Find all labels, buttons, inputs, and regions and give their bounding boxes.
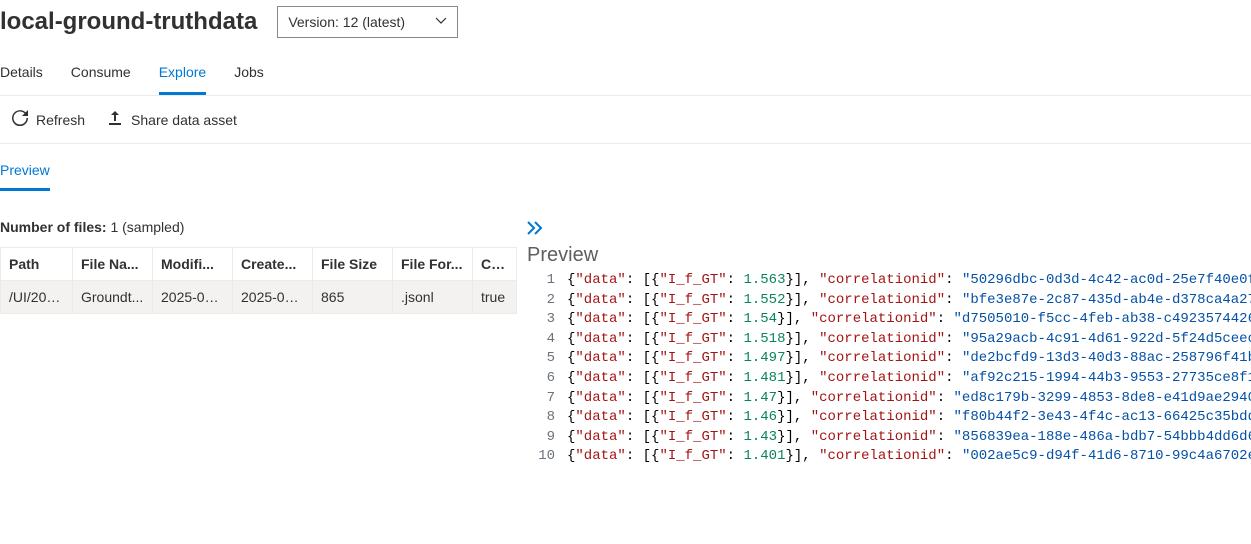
table-cell: 2025-01... <box>233 281 313 314</box>
tab-jobs[interactable]: Jobs <box>234 64 264 95</box>
page-title: local-ground-truthdata <box>0 8 257 36</box>
table-cell: true <box>473 281 517 314</box>
table-cell: 2025-01... <box>153 281 233 314</box>
tab-consume[interactable]: Consume <box>71 64 131 95</box>
main-tabs: Details Consume Explore Jobs <box>0 44 1251 95</box>
version-label: Version: 12 (latest) <box>288 14 405 30</box>
preview-heading: Preview <box>527 244 1251 267</box>
chevron-down-icon <box>435 14 447 30</box>
table-row[interactable]: /UI/202...Groundt...2025-01...2025-01...… <box>1 281 517 314</box>
sub-tabs: Preview <box>0 144 1251 191</box>
preview-line: 4{"data": [{"I_f_GT": 1.518}], "correlat… <box>527 330 1251 350</box>
col-header[interactable]: File Size <box>313 248 393 281</box>
tab-explore[interactable]: Explore <box>159 64 206 95</box>
preview-line: 9{"data": [{"I_f_GT": 1.43}], "correlati… <box>527 428 1251 448</box>
table-cell: 865 <box>313 281 393 314</box>
subtab-preview[interactable]: Preview <box>0 162 50 191</box>
preview-line: 3{"data": [{"I_f_GT": 1.54}], "correlati… <box>527 310 1251 330</box>
col-header[interactable]: CanS <box>473 248 517 281</box>
share-button[interactable]: Share data asset <box>107 110 237 129</box>
col-header[interactable]: Create... <box>233 248 313 281</box>
col-header[interactable]: File Na... <box>73 248 153 281</box>
share-icon <box>107 110 123 129</box>
tab-details[interactable]: Details <box>0 64 43 95</box>
table-cell: /UI/202... <box>1 281 73 314</box>
preview-line: 8{"data": [{"I_f_GT": 1.46}], "correlati… <box>527 408 1251 428</box>
preview-line: 5{"data": [{"I_f_GT": 1.497}], "correlat… <box>527 349 1251 369</box>
preview-line: 7{"data": [{"I_f_GT": 1.47}], "correlati… <box>527 389 1251 409</box>
file-table: PathFile Na...Modifi...Create...File Siz… <box>0 247 517 314</box>
refresh-button[interactable]: Refresh <box>12 110 85 129</box>
version-dropdown[interactable]: Version: 12 (latest) <box>277 6 458 38</box>
table-cell: Groundt... <box>73 281 153 314</box>
col-header[interactable]: File For... <box>393 248 473 281</box>
table-cell: .jsonl <box>393 281 473 314</box>
preview-line: 1{"data": [{"I_f_GT": 1.563}], "correlat… <box>527 271 1251 291</box>
col-header[interactable]: Path <box>1 248 73 281</box>
share-label: Share data asset <box>131 112 237 128</box>
preview-line: 2{"data": [{"I_f_GT": 1.552}], "correlat… <box>527 291 1251 311</box>
json-preview: 1{"data": [{"I_f_GT": 1.563}], "correlat… <box>527 271 1251 467</box>
chevron-double-right-icon <box>527 222 545 238</box>
file-count: Number of files: 1 (sampled) <box>0 219 515 235</box>
refresh-icon <box>12 110 28 129</box>
refresh-label: Refresh <box>36 112 85 128</box>
preview-line: 6{"data": [{"I_f_GT": 1.481}], "correlat… <box>527 369 1251 389</box>
preview-line: 10{"data": [{"I_f_GT": 1.401}], "correla… <box>527 447 1251 467</box>
col-header[interactable]: Modifi... <box>153 248 233 281</box>
expand-button[interactable] <box>527 219 545 238</box>
